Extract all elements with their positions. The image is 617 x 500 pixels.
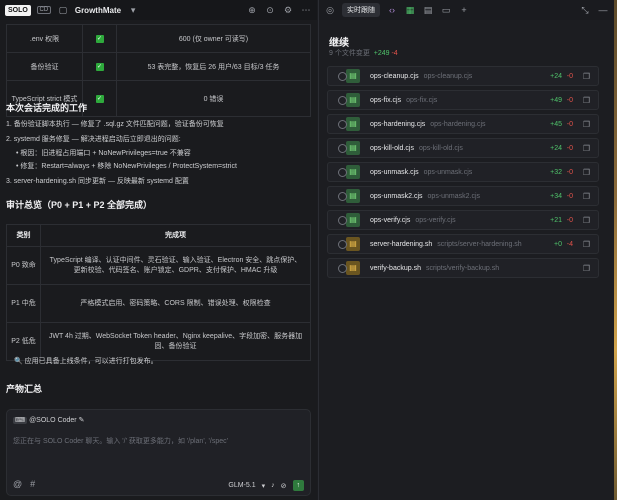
chat-scroll[interactable]: .env 权限 ✓ 600 (仅 owner 可读写) 备份验证 ✓ 53 表完整，恢复… (0, 20, 317, 409)
chat-panel: SOLO CD ▢ GrowthMate ▾ ⊕ ⊙ ⚙ ⋯ .env 权限 ✓ 6… (0, 0, 317, 500)
check-icon: ✓ (95, 62, 104, 71)
radio-icon (338, 95, 347, 105)
list-item: • 根因：旧进程占用端口 + NoNewPrivileges=true 不兼容 (16, 150, 191, 157)
copy-icon[interactable]: ❐ (583, 72, 590, 81)
changes-panel: ◎ 实时跟随 ‹› ▦ ▤ ▭ + ⤡ — 继续 9 个文件变更 +249 -4… (318, 0, 614, 500)
changes-title: 继续 (329, 38, 349, 49)
chevron-down-icon[interactable]: ▾ (127, 5, 139, 16)
copy-icon[interactable]: ❐ (583, 120, 590, 129)
history-icon[interactable]: ⊙ (264, 5, 276, 16)
copy-icon[interactable]: ❐ (583, 240, 590, 249)
product-title: 产物汇总 (6, 384, 43, 394)
work-list: 1. 备份验证脚本执行 — 修复了 .sql.gz 文件匹配问题，验证备份可恢复… (6, 120, 311, 187)
radio-icon (338, 71, 347, 81)
chat-input[interactable]: 您正在与 SOLO Coder 聊天。输入 '/' 获取更多能力，如 '/pla… (13, 436, 228, 446)
tab-live[interactable]: 实时跟随 (342, 3, 380, 17)
js-file-icon: ▤ (346, 189, 360, 203)
table-row: P1 中危 严格模式启用、密码策略、CORS 限制、错误处理、权限检查 (6, 284, 311, 323)
file-row[interactable]: ▤ ops-kill-old.cjs ops-kill-old.cjs +24 -0 ❐ (327, 138, 599, 158)
terminal-icon[interactable]: ▭ (440, 5, 452, 16)
model-select[interactable]: GLM-5.1 (228, 482, 255, 489)
hash-icon[interactable]: # (30, 479, 35, 489)
diff-icon[interactable]: ▦ (404, 5, 416, 16)
left-toolbar: SOLO CD ▢ GrowthMate ▾ ⊕ ⊙ ⚙ ⋯ (0, 0, 317, 20)
js-file-icon: ▤ (346, 69, 360, 83)
chat-input-box: ⌨ @SOLO Coder ✎ 您正在与 SOLO Coder 聊天。输入 '/… (6, 409, 311, 496)
copy-icon[interactable]: ❐ (583, 216, 590, 225)
wand-icon: ✎ (78, 417, 85, 424)
sh-file-icon: ▤ (346, 261, 360, 275)
radio-icon (338, 191, 347, 201)
radio-icon (338, 167, 347, 177)
table-row: .env 权限 ✓ 600 (仅 owner 可读写) (6, 24, 311, 53)
file-row[interactable]: ▤ server-hardening.sh scripts/server-harde… (327, 234, 599, 254)
gear-icon[interactable]: ⚙ (282, 5, 294, 16)
code-badge-icon[interactable]: CD (36, 6, 51, 14)
table-row: P2 低危 JWT 4h 过期、WebSocket Token header、Ng… (6, 322, 311, 361)
table-row: P0 致命 TypeScript 编译、认证中间件、灵石验证、输入验证、Elect… (6, 246, 311, 285)
radio-icon (338, 263, 347, 273)
minimize-icon[interactable]: — (597, 5, 609, 15)
copy-icon[interactable]: ❐ (583, 192, 590, 201)
copy-icon[interactable]: ❐ (583, 168, 590, 177)
more-icon[interactable]: ⋯ (300, 5, 312, 16)
audit-title: 审计总览（P0 + P1 + P2 全部完成） (6, 200, 153, 210)
file-row[interactable]: ▤ ops-hardening.cjs ops-hardening.cjs +45 -0… (327, 114, 599, 134)
ready-text: 🔍 应用已具备上线条件，可以进行打包发布。 (14, 358, 158, 365)
sidebar-toggle-icon[interactable]: ▢ (57, 5, 69, 16)
table-row: 备份验证 ✓ 53 表完整，恢复后 26 用户/63 目标/3 任务 (6, 52, 311, 81)
radio-icon (338, 215, 347, 225)
table-header: 类别 完成项 (6, 224, 311, 247)
file-row[interactable]: ▤ verify-backup.sh scripts/verify-backup.s… (327, 258, 599, 278)
sh-file-icon: ▤ (346, 237, 360, 251)
clear-icon[interactable]: ⊘ (281, 482, 287, 490)
send-button[interactable]: ↑ (292, 480, 304, 491)
js-file-icon: ▤ (346, 213, 360, 227)
key-icon: 🔍 (14, 358, 23, 365)
section-title: 本次会话完成的工作 (6, 103, 88, 113)
radar-icon[interactable]: ◎ (324, 5, 336, 16)
mic-icon[interactable]: ♪ (271, 482, 275, 489)
project-name[interactable]: GrowthMate (75, 6, 121, 15)
copy-icon[interactable]: ❐ (583, 96, 590, 105)
file-row[interactable]: ▤ ops-unmask2.cjs ops-unmask2.cjs +34 -0 ❐ (327, 186, 599, 206)
chevron-down-icon[interactable]: ▾ (262, 482, 266, 490)
audit-table: 类别 完成项 P0 致命 TypeScript 编译、认证中间件、灵石验证、输入验证… (6, 224, 311, 361)
agent-chip[interactable]: ⌨ @SOLO Coder ✎ (13, 416, 84, 424)
list-item: 3. server-hardening.sh 同步更新 — 反映最新 syste… (6, 178, 189, 185)
file-row[interactable]: ▤ ops-verify.cjs ops-verify.cjs +21 -0 ❐ (327, 210, 599, 230)
radio-icon (338, 239, 347, 249)
list-item: 1. 备份验证脚本执行 — 修复了 .sql.gz 文件匹配问题，验证备份可恢复 (6, 121, 224, 128)
js-file-icon: ▤ (346, 165, 360, 179)
copy-icon[interactable]: ❐ (583, 144, 590, 153)
check-icon: ✓ (95, 94, 104, 103)
file-row[interactable]: ▤ ops-fix.cjs ops-fix.cjs +49 -0 ❐ (327, 90, 599, 110)
plus-icon[interactable]: + (458, 5, 470, 15)
copy-icon[interactable]: ❐ (583, 264, 590, 273)
js-file-icon: ▤ (346, 141, 360, 155)
js-file-icon: ▤ (346, 117, 360, 131)
collapse-icon[interactable]: ⤡ (579, 5, 591, 16)
at-icon[interactable]: @ (13, 479, 22, 489)
changes-summary: 9 个文件变更 +249 -4 (329, 50, 398, 57)
code-icon[interactable]: ‹› (386, 5, 398, 15)
file-row[interactable]: ▤ ops-cleanup.cjs ops-cleanup.cjs +24 -0 ❐ (327, 66, 599, 86)
new-chat-icon[interactable]: ⊕ (246, 5, 258, 16)
agent-icon: ⌨ (13, 417, 28, 424)
right-toolbar: ◎ 实时跟随 ‹› ▦ ▤ ▭ + ⤡ — (319, 0, 614, 20)
list-item: • 修复：Restart=always + 移除 NoNewPrivileges… (16, 163, 237, 170)
file-row[interactable]: ▤ ops-unmask.cjs ops-unmask.cjs +32 -0 ❐ (327, 162, 599, 182)
list-item: 2. systemd 服务修复 — 解决进程启动后立即退出的问题: (6, 136, 181, 143)
check-icon: ✓ (95, 34, 104, 43)
radio-icon (338, 143, 347, 153)
radio-icon (338, 119, 347, 129)
file-icon[interactable]: ▤ (422, 5, 434, 16)
solo-logo: SOLO (5, 4, 31, 16)
js-file-icon: ▤ (346, 93, 360, 107)
